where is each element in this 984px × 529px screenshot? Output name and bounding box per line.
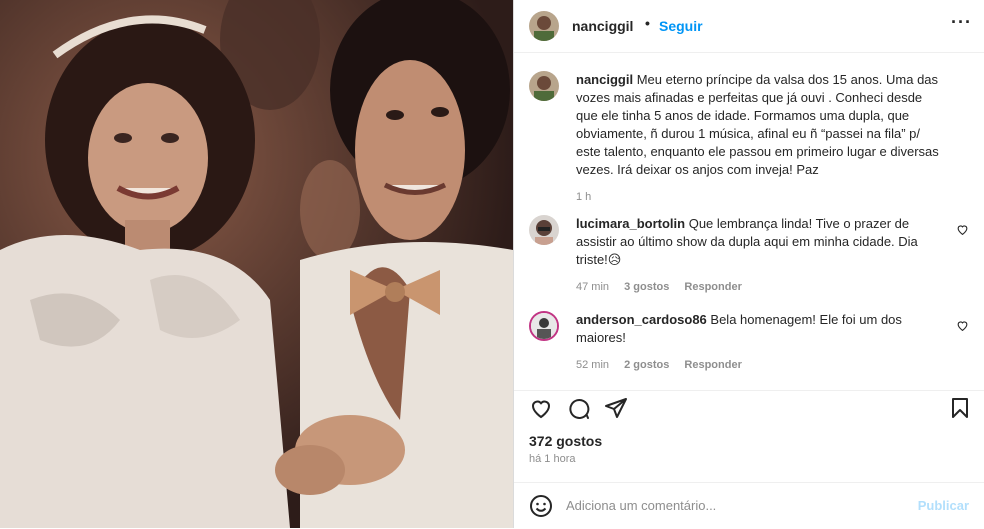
comment-likes[interactable]: 2 gostos	[624, 359, 669, 371]
comment-like-heart-icon[interactable]	[956, 319, 969, 332]
post-date: há 1 hora	[529, 453, 576, 465]
comment-username[interactable]: anderson_cardoso86	[576, 312, 707, 327]
comment-body: lucimara_bortolin Que lembrança linda! T…	[576, 215, 946, 296]
comment-like-heart-icon[interactable]	[956, 223, 969, 236]
more-options-icon[interactable]: ···	[951, 12, 972, 33]
comment-meta: 52 min 2 gostos Responder	[576, 356, 946, 374]
separator-dot: •	[645, 15, 650, 31]
commenter-avatar[interactable]	[529, 311, 559, 341]
comment-username[interactable]: lucimara_bortolin	[576, 216, 685, 231]
caption-avatar[interactable]	[529, 71, 559, 101]
author-username[interactable]: nanciggil	[572, 18, 633, 34]
publish-button[interactable]: Publicar	[918, 498, 969, 513]
caption-time[interactable]: 1 h	[576, 191, 591, 203]
comment-time[interactable]: 47 min	[576, 281, 609, 293]
commenter-avatar[interactable]	[529, 215, 559, 245]
reply-button[interactable]: Responder	[684, 281, 741, 293]
instagram-post: nanciggil • Seguir ··· nanciggil Meu ete…	[0, 0, 984, 528]
action-bar	[514, 390, 984, 423]
share-icon[interactable]	[604, 396, 628, 420]
caption-body: nanciggil Meu eterno príncipe da valsa d…	[576, 71, 946, 206]
caption-username[interactable]: nanciggil	[576, 72, 633, 87]
caption-avatar-image	[529, 71, 559, 101]
comment-meta: 47 min 3 gostos Responder	[576, 278, 946, 296]
caption-meta: 1 h	[576, 188, 946, 206]
comments-list[interactable]: nanciggil Meu eterno príncipe da valsa d…	[514, 53, 984, 390]
comment-time[interactable]: 52 min	[576, 359, 609, 371]
heart-icon[interactable]	[529, 396, 553, 420]
comment-composer: Adiciona um comentário... Publicar	[514, 482, 984, 529]
likes-count[interactable]: 372 gostos	[529, 433, 602, 449]
comment-likes[interactable]: 3 gostos	[624, 281, 669, 293]
author-avatar[interactable]	[529, 11, 559, 41]
caption-text: Meu eterno príncipe da valsa dos 15 anos…	[576, 72, 939, 177]
comment-input[interactable]: Adiciona um comentário...	[566, 498, 716, 513]
bookmark-icon[interactable]	[948, 396, 972, 420]
commenter-avatar-image	[529, 215, 559, 245]
follow-button[interactable]: Seguir	[659, 18, 703, 34]
vintage-photo-image	[0, 0, 513, 528]
comment-body: anderson_cardoso86 Bela homenagem! Ele f…	[576, 311, 946, 374]
post-header: nanciggil • Seguir ···	[514, 0, 984, 53]
comment-icon[interactable]	[566, 396, 590, 420]
reply-button[interactable]: Responder	[684, 359, 741, 371]
commenter-avatar-image	[531, 313, 557, 339]
post-photo	[0, 0, 513, 528]
author-avatar-image	[529, 11, 559, 41]
emoji-icon[interactable]	[529, 494, 553, 518]
post-side-panel: nanciggil • Seguir ··· nanciggil Meu ete…	[513, 0, 984, 528]
